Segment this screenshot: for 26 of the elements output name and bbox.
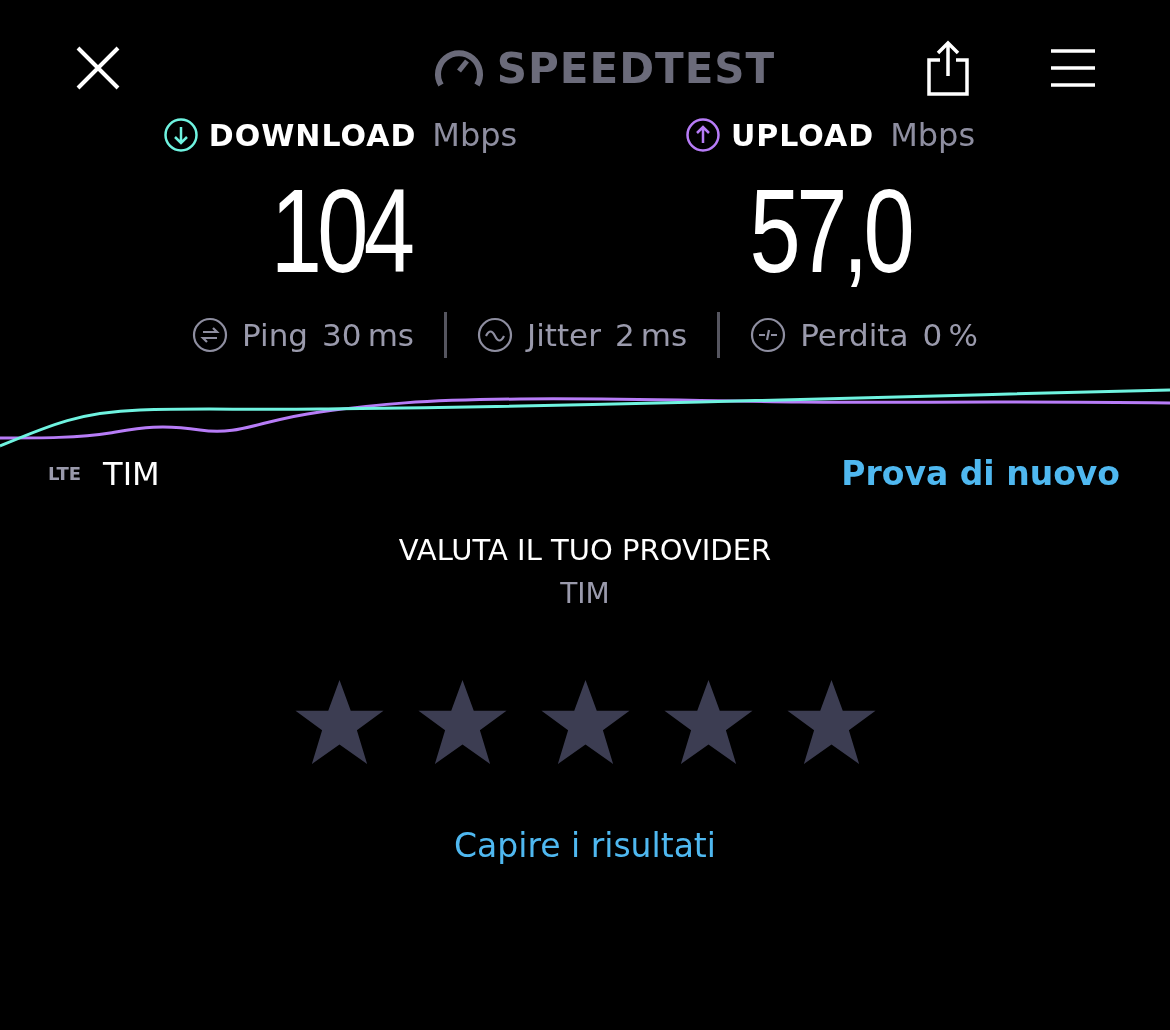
gauge-icon: [432, 47, 485, 89]
rating-provider: TIM: [560, 577, 610, 610]
stat-value: 30 ms: [322, 317, 415, 353]
rating-title: VALUTA IL TUO PROVIDER: [398, 533, 772, 567]
results-link[interactable]: Capire i risultati: [454, 826, 716, 865]
stat-label: Ping: [242, 317, 308, 353]
ping-icon: [192, 317, 229, 353]
share-button[interactable]: [926, 40, 970, 96]
stat-value: 0 %: [922, 317, 978, 353]
stat-label: Perdita: [800, 317, 909, 353]
retry-link[interactable]: Prova di nuovo: [841, 454, 1120, 493]
menu-button[interactable]: [1050, 48, 1096, 88]
unit-label: Mbps: [890, 116, 976, 154]
speed-value: 57,0: [749, 172, 911, 290]
unit-label: Mbps: [432, 116, 518, 154]
stat-value: 2 ms: [614, 317, 688, 353]
jitter-icon: [477, 317, 514, 353]
close-button[interactable]: [74, 44, 122, 92]
provider-name: TIM: [103, 454, 160, 493]
speedtest-logo: SPEEDTEST: [496, 43, 776, 93]
metric-label: UPLOAD: [730, 117, 875, 153]
stat-label: Jitter: [527, 317, 601, 353]
network-type: LTE: [48, 463, 82, 484]
metric-label: DOWNLOAD: [208, 117, 417, 153]
speed-value: 104: [270, 172, 410, 290]
packet-loss-icon: [750, 317, 787, 353]
